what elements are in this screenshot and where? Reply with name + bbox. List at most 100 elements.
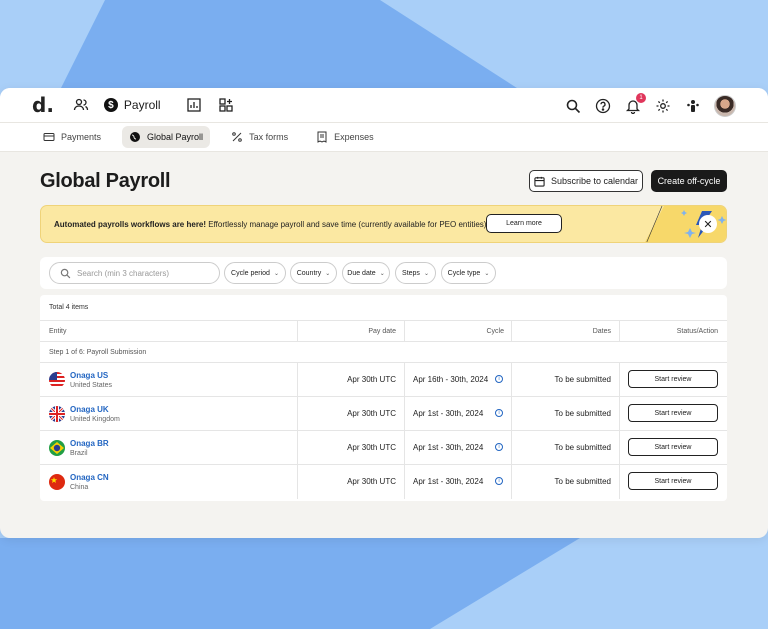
search-icon <box>60 268 71 278</box>
column-divider <box>511 465 512 499</box>
banner-bold-text: Automated payrolls workflows are here! <box>54 220 207 229</box>
table-row[interactable]: Onaga BR Brazil Apr 30th UTC Apr 1st - 3… <box>40 430 727 465</box>
cycle: Apr 1st - 30th, 2024 <box>413 409 484 418</box>
calendar-icon <box>534 176 545 187</box>
start-review-button[interactable]: Start review <box>628 370 718 388</box>
apps-icon[interactable] <box>217 96 235 114</box>
dollar-icon: $ <box>103 98 118 112</box>
gear-icon[interactable] <box>654 97 672 115</box>
tab-global-payroll[interactable]: Global Payroll <box>122 126 211 148</box>
app-window: d. $ Payroll 1 Payments Global Payroll T… <box>0 88 768 538</box>
filter-bar: Search (min 3 characters) Cycle period ⌄ … <box>40 257 727 289</box>
table-header: Entity Pay date Cycle Dates Status/Actio… <box>40 320 727 342</box>
column-divider <box>297 397 298 431</box>
create-off-cycle-button[interactable]: Create off-cycle <box>651 170 727 192</box>
column-divider <box>297 320 298 342</box>
filter-due-date[interactable]: Due date ⌄ <box>342 262 390 284</box>
pay-date: Apr 30th UTC <box>347 477 396 486</box>
table-row[interactable]: Onaga CN China Apr 30th UTC Apr 1st - 30… <box>40 464 727 499</box>
column-divider <box>297 431 298 465</box>
entity-country: China <box>70 484 89 491</box>
learn-more-button[interactable]: Learn more <box>486 214 562 233</box>
top-navigation: d. $ Payroll 1 <box>0 88 768 122</box>
column-divider <box>404 397 405 431</box>
table-row[interactable]: Onaga UK United Kingdom Apr 30th UTC Apr… <box>40 396 727 431</box>
card-icon <box>43 133 55 141</box>
filter-cycle-period[interactable]: Cycle period ⌄ <box>224 262 286 284</box>
column-divider <box>404 431 405 465</box>
search-input[interactable]: Search (min 3 characters) <box>49 262 220 284</box>
avatar[interactable] <box>714 95 736 117</box>
filter-cycle-type[interactable]: Cycle type ⌄ <box>441 262 496 284</box>
dates-status: To be submitted <box>554 477 611 486</box>
bell-icon[interactable]: 1 <box>624 93 646 115</box>
us-flag-icon <box>49 372 65 388</box>
pay-date: Apr 30th UTC <box>347 375 396 384</box>
chevron-down-icon: ⌄ <box>484 270 490 277</box>
cycle: Apr 16th - 30th, 2024 <box>413 375 489 384</box>
reports-icon[interactable] <box>185 96 203 114</box>
notification-badge: 1 <box>636 93 646 103</box>
column-divider <box>404 363 405 397</box>
tab-payments[interactable]: Payments <box>36 126 108 148</box>
entity-name[interactable]: Onaga BR <box>70 439 109 448</box>
start-review-button[interactable]: Start review <box>628 438 718 456</box>
globe-icon <box>130 132 141 142</box>
column-divider <box>404 320 405 342</box>
subscribe-calendar-button[interactable]: Subscribe to calendar <box>529 170 643 192</box>
filter-steps[interactable]: Steps ⌄ <box>395 262 436 284</box>
search-icon[interactable] <box>564 97 582 115</box>
help-icon[interactable] <box>594 97 612 115</box>
filter-country-label: Country <box>296 269 322 277</box>
logo[interactable]: d. <box>32 93 54 117</box>
step-label: Step 1 of 6: Payroll Submission <box>49 349 147 356</box>
filter-steps-label: Steps <box>402 269 420 277</box>
info-icon[interactable]: i <box>495 375 503 383</box>
percent-icon <box>232 132 242 142</box>
header-pay-date: Pay date <box>368 328 396 335</box>
column-divider <box>619 363 620 397</box>
table-row[interactable]: Onaga US United States Apr 30th UTC Apr … <box>40 362 727 397</box>
tab-tax-forms[interactable]: Tax forms <box>224 126 295 148</box>
column-divider <box>297 465 298 499</box>
start-review-button[interactable]: Start review <box>628 472 718 490</box>
info-icon[interactable]: i <box>495 443 503 451</box>
people-icon[interactable] <box>72 96 90 114</box>
nav-payroll-label: Payroll <box>123 98 161 112</box>
column-divider <box>619 397 620 431</box>
pay-date: Apr 30th UTC <box>347 409 396 418</box>
header-entity: Entity <box>49 328 67 335</box>
column-divider <box>511 397 512 431</box>
nav-payroll[interactable]: $ Payroll <box>103 98 161 112</box>
header-cycle: Cycle <box>486 328 504 335</box>
chevron-down-icon: ⌄ <box>325 270 331 277</box>
column-divider <box>297 363 298 397</box>
start-review-button[interactable]: Start review <box>628 404 718 422</box>
tab-global-payroll-label: Global Payroll <box>147 132 204 142</box>
column-divider <box>619 465 620 499</box>
team-icon[interactable] <box>684 97 702 115</box>
promo-banner: Automated payrolls workflows are here! E… <box>40 205 727 243</box>
close-icon[interactable]: ✕ <box>699 215 717 233</box>
payroll-table: Total 4 items Entity Pay date Cycle Date… <box>40 295 727 501</box>
dates-status: To be submitted <box>554 443 611 452</box>
entity-name[interactable]: Onaga UK <box>70 405 109 414</box>
page-title: Global Payroll <box>40 170 171 192</box>
uk-flag-icon <box>49 406 65 422</box>
column-divider <box>511 320 512 342</box>
entity-country: United Kingdom <box>70 416 120 423</box>
entity-name[interactable]: Onaga US <box>70 371 108 380</box>
total-items: Total 4 items <box>49 304 89 311</box>
receipt-icon <box>317 131 327 143</box>
entity-name[interactable]: Onaga CN <box>70 473 109 482</box>
tab-payments-label: Payments <box>61 132 102 142</box>
chevron-down-icon: ⌄ <box>379 270 385 277</box>
entity-country: United States <box>70 382 113 389</box>
entity-country: Brazil <box>70 450 88 457</box>
brazil-flag-icon <box>49 440 65 456</box>
tab-expenses[interactable]: Expenses <box>309 126 381 148</box>
info-icon[interactable]: i <box>495 477 503 485</box>
cycle: Apr 1st - 30th, 2024 <box>413 443 484 452</box>
info-icon[interactable]: i <box>495 409 503 417</box>
filter-country[interactable]: Country ⌄ <box>290 262 337 284</box>
